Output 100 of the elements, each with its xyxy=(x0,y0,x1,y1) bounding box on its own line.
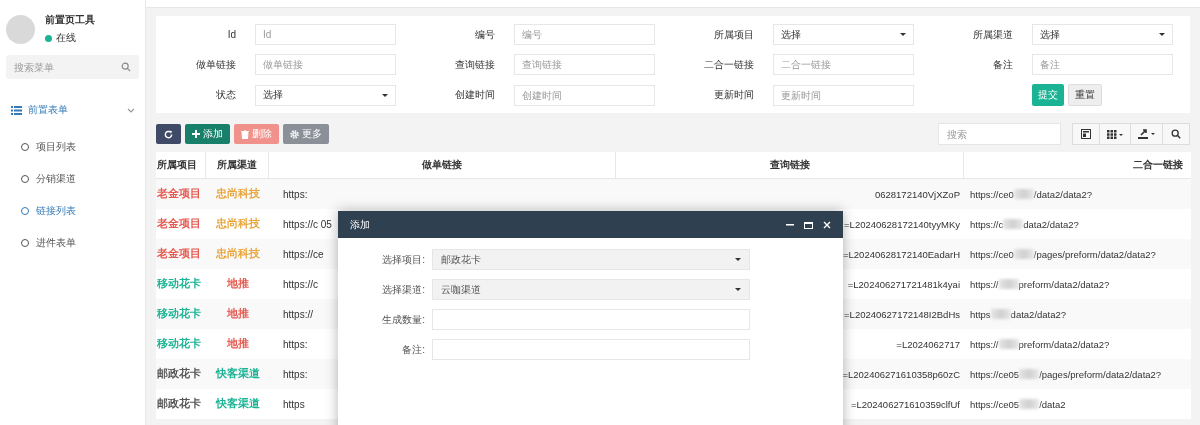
panel-icon xyxy=(1081,129,1091,139)
menu-item[interactable]: 分销渠道 xyxy=(0,163,145,195)
add-button[interactable]: 添加 xyxy=(185,124,230,144)
table-cell: preform/data2/data2? xyxy=(1018,278,1110,290)
columns-toggle-button[interactable] xyxy=(1072,123,1100,145)
table-cell: 邮政花卡 xyxy=(157,397,201,411)
table-cell: 忠尚科技 xyxy=(215,247,260,261)
table-cell: 移动花卡 xyxy=(157,337,201,351)
redaction-blur xyxy=(1013,249,1034,259)
menu-group[interactable]: 前置表单 xyxy=(0,79,145,131)
table-cell: =L202406271721481k4yai xyxy=(847,278,960,290)
column-header[interactable]: 查询链接 xyxy=(616,152,964,178)
table-cell: https: xyxy=(283,188,308,200)
input-field[interactable] xyxy=(432,309,750,330)
table-cell: 老金项目 xyxy=(157,187,201,201)
field-label: 所属项目 xyxy=(713,27,754,42)
close-icon[interactable] xyxy=(823,220,831,229)
menu-search-field[interactable]: 搜索菜单 xyxy=(6,55,139,79)
table-cell: 忠尚科技 xyxy=(215,217,260,231)
table-cell: /pages/preform/data2/data2? xyxy=(1039,368,1162,380)
refresh-button[interactable] xyxy=(156,124,181,144)
reset-button[interactable]: 重置 xyxy=(1068,84,1102,106)
redaction-blur xyxy=(1003,219,1024,229)
input-field[interactable]: 编号 xyxy=(514,24,655,45)
table-cell: 地推 xyxy=(226,307,249,321)
table-cell: /data2/data2? xyxy=(1033,188,1092,200)
field-label: 二合一链接 xyxy=(703,57,754,72)
search-button[interactable] xyxy=(1162,123,1190,145)
table-cell: https:// xyxy=(970,338,999,350)
select-field[interactable]: 选择 xyxy=(1032,24,1173,45)
refresh-icon xyxy=(164,129,173,139)
table-cell: data2/data2? xyxy=(1023,218,1079,230)
table-cell: 老金项目 xyxy=(157,247,201,261)
input-field[interactable]: 备注 xyxy=(1032,54,1173,75)
chevron-icon xyxy=(127,107,135,113)
select-field[interactable]: 邮政花卡 xyxy=(432,249,750,270)
field-label: 选择项目: xyxy=(381,252,425,267)
table-cell: https://c xyxy=(283,278,318,290)
select-field[interactable]: 选择 xyxy=(255,84,396,106)
table-cell: =L2024062717 xyxy=(896,338,960,350)
minimize-icon[interactable] xyxy=(786,223,794,226)
menu-item[interactable]: 进件表单 xyxy=(0,227,145,259)
table-cell: https:// xyxy=(283,308,313,320)
field-label: 备注 xyxy=(992,57,1013,72)
table-cell: data2/data2? xyxy=(1010,308,1067,320)
input-field[interactable]: 查询链接 xyxy=(514,54,655,75)
menu-item[interactable]: 链接列表 xyxy=(0,195,145,227)
table-cell: https://ce0 xyxy=(970,248,1014,260)
table-cell: 移动花卡 xyxy=(157,277,201,291)
input-field[interactable]: 更新时间 xyxy=(773,84,914,106)
caret-icon xyxy=(900,33,906,36)
columns-menu-button[interactable] xyxy=(1099,123,1131,145)
select-field[interactable]: 云咖渠道 xyxy=(432,279,750,300)
redaction-blur xyxy=(1019,399,1040,409)
input-field[interactable]: 做单链接 xyxy=(255,54,396,75)
table-cell: 忠尚科技 xyxy=(215,187,260,201)
table-cell: https: xyxy=(283,368,308,380)
table-cell: https://c xyxy=(970,218,1004,230)
input-field[interactable]: Id xyxy=(255,24,396,45)
table-cell: =L202406271610358p60zC xyxy=(842,368,960,380)
table-cell: /data2 xyxy=(1039,398,1066,410)
redaction-blur xyxy=(998,339,1019,349)
table-cell: https://c 05 xyxy=(283,218,332,230)
table-cell: 快客渠道 xyxy=(215,397,260,411)
caret-icon xyxy=(735,288,741,291)
caret-icon xyxy=(382,93,388,97)
plus-icon xyxy=(192,130,200,138)
search-icon xyxy=(121,62,131,72)
export-icon xyxy=(1138,129,1155,139)
table-cell: preform/data2/data2? xyxy=(1018,338,1110,350)
column-header[interactable]: 所属渠道 xyxy=(206,152,269,178)
field-label: 做单链接 xyxy=(195,57,236,72)
input-field[interactable]: 创建时间 xyxy=(514,84,655,106)
redaction-blur xyxy=(1019,369,1040,379)
table-cell: https:// xyxy=(970,278,999,290)
caret-icon xyxy=(735,258,741,261)
gear-icon xyxy=(290,129,299,139)
maximize-icon[interactable] xyxy=(804,220,813,229)
table-cell: =L20240628172140tyyMKy xyxy=(844,218,960,230)
redaction-blur xyxy=(998,279,1019,289)
column-header[interactable]: 所属项目 xyxy=(156,152,206,178)
caret-icon xyxy=(1159,33,1165,36)
field-label: 选择渠道: xyxy=(381,282,425,297)
table-cell: 0628172140VjXZoP xyxy=(874,188,960,200)
menu-item[interactable]: 项目列表 xyxy=(0,131,145,163)
column-header[interactable]: 做单链接 xyxy=(269,152,616,178)
input-field[interactable] xyxy=(432,339,750,360)
export-button[interactable] xyxy=(1130,123,1163,145)
field-label: 生成数量: xyxy=(381,312,425,327)
table-cell: 地推 xyxy=(226,277,249,291)
table-cell: https://ce xyxy=(283,248,324,260)
table-search-field[interactable]: 搜索 xyxy=(938,123,1061,145)
redaction-blur xyxy=(1013,189,1034,199)
table-cell: https xyxy=(970,308,991,320)
table-cell: =L20240628172140EadarH xyxy=(843,248,960,260)
column-header[interactable]: 二合一链接 xyxy=(964,152,1191,178)
select-field[interactable]: 选择 xyxy=(773,24,914,45)
search-icon xyxy=(1171,129,1181,139)
table-cell: https xyxy=(283,398,305,410)
field-label: Id xyxy=(226,29,236,40)
